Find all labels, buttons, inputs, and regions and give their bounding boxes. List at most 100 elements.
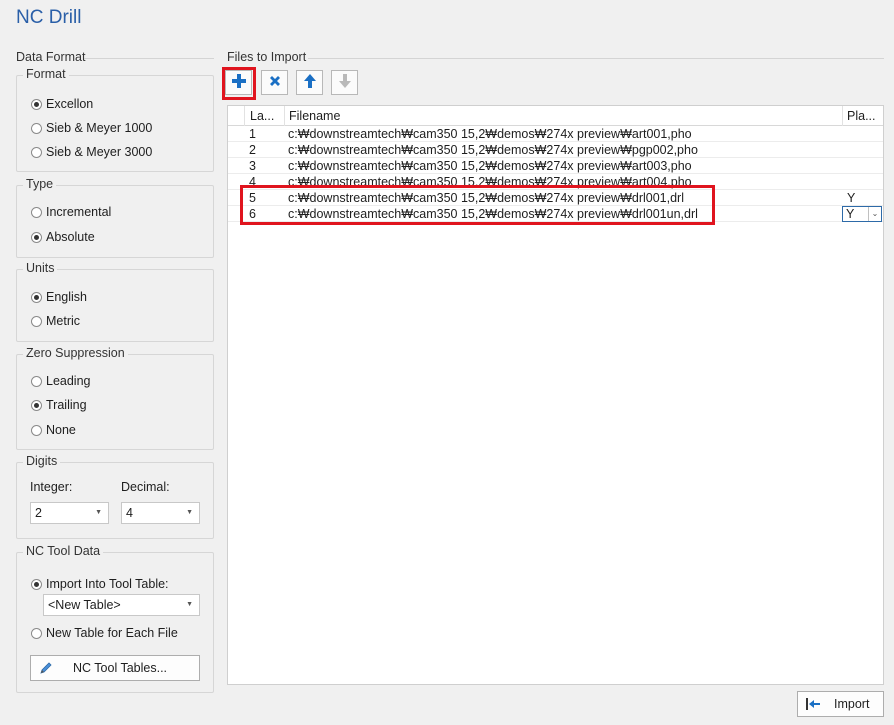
zero-suppression-group-title: Zero Suppression (23, 346, 128, 360)
plated-cell (847, 142, 881, 158)
grid-header: La... Filename Pla... (228, 106, 883, 126)
plated-select[interactable]: Y ⌄ (842, 206, 882, 222)
radio-button[interactable] (31, 399, 42, 411)
import-button[interactable]: Import (797, 691, 884, 717)
row-header-corner (228, 106, 244, 126)
plated-select-value: Y (846, 207, 855, 221)
integer-select[interactable]: 2 ▼ (30, 502, 109, 524)
units-option-label: Metric (46, 314, 81, 328)
move-down-button[interactable] (331, 70, 358, 95)
digits-group: Digits Integer: Decimal: 2 ▼ 4 ▼ (16, 454, 214, 539)
radio-button[interactable] (31, 206, 42, 218)
data-format-label: Data Format (16, 50, 86, 64)
arrow-up-icon (303, 73, 317, 92)
move-up-button[interactable] (296, 70, 323, 95)
radio-button[interactable] (31, 315, 42, 327)
import-arrow-icon (805, 697, 821, 711)
radio-button[interactable] (31, 231, 42, 243)
radio-button[interactable] (31, 122, 42, 134)
chevron-down-icon[interactable]: ⌄ (868, 207, 881, 221)
units-option-english[interactable]: English (31, 290, 87, 304)
data-format-rule (84, 58, 214, 59)
format-option-label: Sieb & Meyer 1000 (46, 121, 153, 135)
zero-suppression-option-trailing[interactable]: Trailing (31, 398, 87, 412)
import-into-tool-table-label: Import Into Tool Table: (46, 577, 169, 591)
zero-suppression-option-leading[interactable]: Leading (31, 374, 91, 388)
tool-table-select-value: <New Table> (48, 598, 121, 612)
units-group: Units English Metric (16, 261, 214, 342)
radio-button[interactable] (31, 291, 42, 303)
remove-file-button[interactable] (261, 70, 288, 95)
zero-suppression-option-label: Trailing (46, 398, 87, 412)
filename-cell: c:₩downstreamtech₩cam350 15,2₩demos₩274x… (288, 127, 692, 141)
units-group-title: Units (23, 261, 58, 275)
new-table-each-file-option[interactable]: New Table for Each File (31, 626, 178, 640)
dropdown-caret-icon: ▼ (186, 509, 193, 516)
nc-tool-tables-button[interactable]: NC Tool Tables... (30, 655, 200, 681)
format-option-sieb-meyer-3000[interactable]: Sieb & Meyer 3000 (31, 145, 152, 159)
type-group: Type Incremental Absolute (16, 177, 214, 258)
digits-group-title: Digits (23, 454, 61, 468)
radio-button[interactable] (31, 146, 42, 158)
zero-suppression-group: Zero Suppression Leading Trailing None (16, 346, 214, 450)
plated-cell (847, 126, 881, 142)
zero-suppression-option-label: Leading (46, 374, 91, 388)
import-into-tool-table-option[interactable]: Import Into Tool Table: (31, 577, 169, 591)
window-title: NC Drill (16, 7, 82, 28)
integer-select-value: 2 (35, 506, 42, 520)
radio-button[interactable] (31, 98, 42, 110)
format-option-label: Excellon (46, 97, 94, 111)
new-table-each-file-label: New Table for Each File (46, 626, 178, 640)
decimal-label: Decimal: (121, 480, 170, 494)
decimal-select[interactable]: 4 ▼ (121, 502, 200, 524)
units-option-metric[interactable]: Metric (31, 314, 80, 328)
files-to-import-rule (308, 58, 884, 59)
format-option-label: Sieb & Meyer 3000 (46, 145, 153, 159)
table-row[interactable]: 2 c:₩downstreamtech₩cam350 15,2₩demos₩27… (228, 142, 883, 158)
column-header-plated[interactable]: Pla... (842, 106, 883, 126)
table-row[interactable]: 1 c:₩downstreamtech₩cam350 15,2₩demos₩27… (228, 126, 883, 142)
plated-cell (847, 174, 881, 190)
nc-tool-data-group: NC Tool Data Import Into Tool Table: <Ne… (16, 544, 214, 693)
dropdown-caret-icon: ▼ (95, 509, 102, 516)
format-group-title: Format (23, 67, 69, 81)
type-option-incremental[interactable]: Incremental (31, 205, 111, 219)
type-group-title: Type (23, 177, 57, 191)
zero-suppression-option-label: None (46, 423, 76, 437)
pencil-icon (38, 660, 54, 676)
format-option-excellon[interactable]: Excellon (31, 97, 93, 111)
type-option-label: Absolute (46, 230, 95, 244)
tool-table-select[interactable]: <New Table> ▼ (43, 594, 200, 616)
type-option-label: Incremental (46, 205, 112, 219)
plated-cell: Y (847, 191, 856, 205)
nc-tool-tables-label: NC Tool Tables... (73, 661, 168, 675)
format-group: Format Excellon Sieb & Meyer 1000 Sieb &… (16, 67, 214, 172)
zero-suppression-option-none[interactable]: None (31, 423, 76, 437)
dropdown-caret-icon: ▼ (186, 601, 193, 608)
layer-cell: 1 (249, 127, 256, 141)
filename-cell: c:₩downstreamtech₩cam350 15,2₩demos₩274x… (288, 143, 698, 157)
files-to-import-label: Files to Import (227, 50, 307, 64)
radio-button[interactable] (31, 578, 42, 590)
table-row[interactable]: 3 c:₩downstreamtech₩cam350 15,2₩demos₩27… (228, 158, 883, 174)
highlight-add-button (222, 67, 256, 100)
nc-tool-data-group-title: NC Tool Data (23, 544, 104, 558)
layer-cell: 2 (249, 143, 256, 157)
format-option-sieb-meyer-1000[interactable]: Sieb & Meyer 1000 (31, 121, 152, 135)
radio-button[interactable] (31, 375, 42, 387)
type-option-absolute[interactable]: Absolute (31, 230, 95, 244)
integer-label: Integer: (30, 480, 73, 494)
decimal-select-value: 4 (126, 506, 133, 520)
arrow-down-icon (338, 73, 352, 92)
x-icon (268, 74, 282, 91)
layer-cell: 3 (249, 159, 256, 173)
filename-cell: c:₩downstreamtech₩cam350 15,2₩demos₩274x… (288, 159, 692, 173)
column-header-filename[interactable]: Filename (284, 106, 842, 126)
import-label: Import (834, 697, 870, 711)
units-option-label: English (46, 290, 87, 304)
radio-button[interactable] (31, 424, 42, 436)
plated-cell (847, 158, 881, 174)
radio-button[interactable] (31, 627, 42, 639)
column-header-layer[interactable]: La... (244, 106, 284, 126)
highlight-drill-rows (240, 185, 715, 225)
